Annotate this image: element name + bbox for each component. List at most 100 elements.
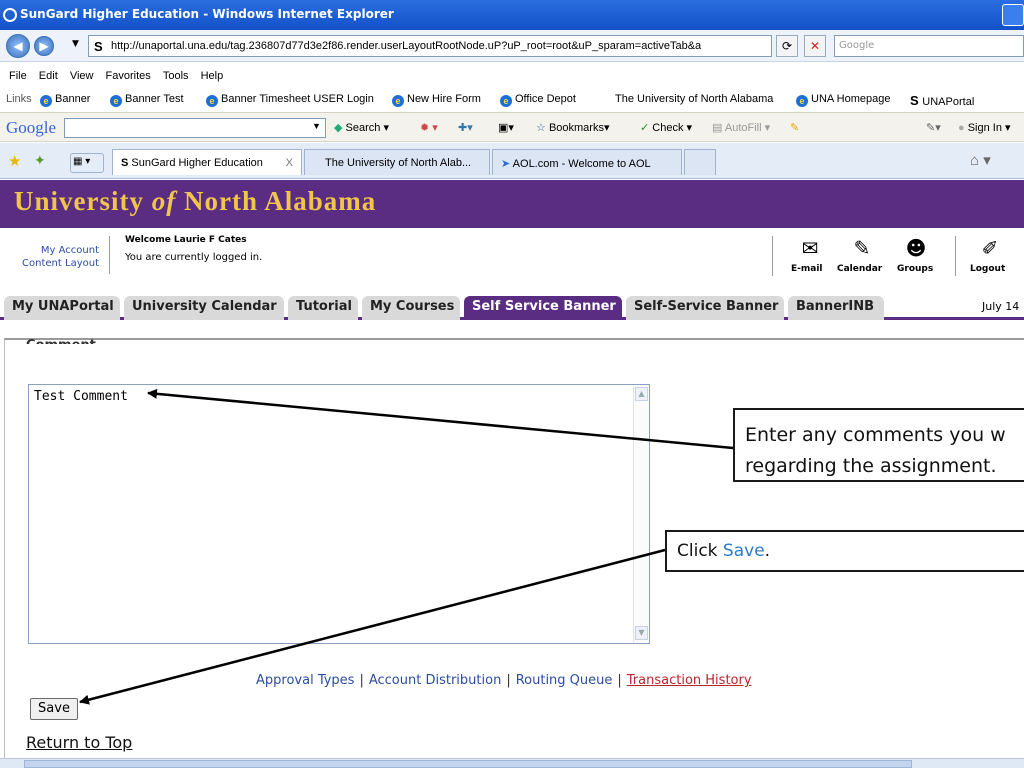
link-una[interactable]: The University of North Alabama	[615, 93, 773, 105]
quick-tabs-icon[interactable]: ▦ ▾	[70, 153, 104, 173]
check-icon: ✓	[640, 122, 650, 134]
ie-logo-icon	[3, 8, 17, 22]
menu-favorites[interactable]: Favorites	[106, 70, 151, 82]
link-banner-test[interactable]: e Banner Test	[110, 93, 184, 107]
link-new-hire-form[interactable]: e New Hire Form	[392, 93, 481, 107]
link-banner-timesheet[interactable]: e Banner Timesheet USER Login	[206, 93, 374, 107]
divider	[955, 236, 956, 276]
close-tab-icon[interactable]: X	[286, 157, 293, 169]
save-callout: Click Save.	[665, 530, 1024, 572]
scrollbar-thumb[interactable]	[24, 760, 912, 768]
google-toolbar: Google ▼ ◆ Search ▾ ✹ ▾ ✚▾ ▣▾ ☆ Bookmark…	[0, 112, 1024, 142]
save-highlight: Save	[722, 541, 765, 561]
window-titlebar: SunGard Higher Education - Windows Inter…	[0, 0, 1024, 30]
link-una-homepage[interactable]: e UNA Homepage	[796, 93, 891, 107]
transaction-history-link[interactable]: Transaction History	[627, 673, 752, 688]
back-button[interactable]: ◀	[6, 34, 30, 58]
google-search-input[interactable]	[64, 118, 326, 138]
divider	[109, 236, 110, 274]
address-bar: ◀ ▶ ▼ S http://unaportal.una.edu/tag.236…	[0, 30, 1024, 62]
logout-icon[interactable]: ✐	[970, 236, 1010, 260]
textarea-scrollbar[interactable]: ▲ ▼	[633, 386, 648, 642]
add-favorite-icon[interactable]: ✦	[34, 152, 46, 169]
stop-button[interactable]: ✕	[804, 35, 826, 57]
link-banner[interactable]: e Banner	[40, 93, 90, 107]
new-tab-button[interactable]	[684, 149, 716, 175]
links-label: Links	[6, 93, 32, 105]
window-control-button[interactable]	[1002, 4, 1024, 26]
history-dropdown-icon[interactable]: ▼	[72, 39, 79, 49]
divider	[772, 236, 773, 276]
scroll-up-icon[interactable]: ▲	[635, 387, 648, 401]
routing-queue-link[interactable]: Routing Queue	[516, 673, 613, 688]
menu-help[interactable]: Help	[201, 70, 224, 82]
tab-tutorial[interactable]: Tutorial	[288, 296, 358, 320]
menu-bar: File Edit View Favorites Tools Help	[0, 66, 1024, 86]
email-icon[interactable]: ✉	[790, 236, 830, 260]
tab-self-service-banner-2[interactable]: Self-Service Banner	[626, 296, 784, 320]
browser-tab-bar: ★ ✦ ▦ ▾ S SunGard Higher Education X The…	[0, 143, 1024, 179]
sungard-site-icon: S	[94, 39, 103, 54]
content-layout-link[interactable]: Content Layout	[0, 258, 99, 269]
page-horizontal-scrollbar[interactable]	[0, 758, 1024, 768]
sign-in-button[interactable]: ● Sign In ▾	[958, 121, 1011, 134]
email-link[interactable]: E-mail	[791, 264, 823, 274]
ie-page-icon: e	[40, 95, 52, 107]
login-status: You are currently logged in.	[125, 252, 263, 263]
welcome-text: Welcome Laurie F Cates	[125, 235, 247, 245]
groups-link[interactable]: Groups	[897, 264, 933, 274]
favorites-star-icon[interactable]: ★	[8, 152, 21, 170]
comment-heading: Comment	[26, 338, 96, 344]
browser-tab-una[interactable]: The University of North Alab...	[304, 149, 490, 175]
tab-university-calendar[interactable]: University Calendar	[124, 296, 284, 320]
bookmarks-button[interactable]: ☆ Bookmarks▾	[536, 121, 610, 134]
menu-file[interactable]: File	[9, 70, 27, 82]
url-text: http://unaportal.una.edu/tag.236807d77d3…	[111, 40, 702, 52]
portal-tab-bar: My UNAPortal University Calendar Tutoria…	[0, 292, 1024, 320]
account-distribution-link[interactable]: Account Distribution	[369, 673, 501, 688]
browser-tab-aol[interactable]: ➤ AOL.com - Welcome to AOL	[492, 149, 682, 175]
web-search-input[interactable]: Google	[834, 35, 1024, 57]
callout-line-1: Enter any comments you w	[745, 424, 1006, 446]
google-search-button[interactable]: ◆ Search ▾	[334, 121, 389, 134]
my-account-link[interactable]: My Account	[6, 245, 99, 256]
wrench-icon[interactable]: ✎▾	[926, 121, 941, 134]
print-icon[interactable]: ▣▾	[498, 121, 514, 134]
puzzle-icon[interactable]: ✚▾	[458, 121, 473, 134]
popup-blocker-icon[interactable]: ✹ ▾	[420, 121, 438, 134]
user-icon: ●	[958, 122, 965, 134]
browser-tab-sungard[interactable]: S SunGard Higher Education X	[112, 149, 302, 175]
save-button[interactable]: Save	[30, 698, 78, 720]
callout-line-2: regarding the assignment.	[745, 455, 997, 477]
menu-edit[interactable]: Edit	[39, 70, 58, 82]
menu-view[interactable]: View	[70, 70, 94, 82]
highlighter-icon[interactable]: ✎	[790, 121, 799, 134]
ie-page-icon: e	[500, 95, 512, 107]
ie-page-icon: e	[796, 95, 808, 107]
ie-page-icon: e	[110, 95, 122, 107]
link-office-depot[interactable]: e Office Depot	[500, 93, 576, 107]
ie-page-icon: e	[206, 95, 218, 107]
menu-tools[interactable]: Tools	[163, 70, 189, 82]
calendar-link[interactable]: Calendar	[837, 264, 882, 274]
comment-textarea[interactable]: Test Comment	[28, 384, 650, 644]
refresh-button[interactable]: ⟳	[776, 35, 798, 57]
autofill-button[interactable]: ▤ AutoFill ▾	[712, 121, 770, 134]
approval-types-link[interactable]: Approval Types	[256, 673, 354, 688]
chevron-down-icon[interactable]: ▼	[312, 121, 321, 131]
tab-bannerinb[interactable]: BannerINB	[788, 296, 884, 320]
scroll-down-icon[interactable]: ▼	[635, 626, 648, 640]
url-input[interactable]: S http://unaportal.una.edu/tag.236807d77…	[88, 35, 772, 57]
link-unaportal[interactable]: S UNAPortal	[910, 93, 974, 108]
groups-icon[interactable]: ☻	[896, 236, 936, 260]
return-to-top-link[interactable]: Return to Top	[26, 733, 132, 752]
google-logo: Google	[6, 118, 57, 137]
tab-my-courses[interactable]: My Courses	[362, 296, 460, 320]
home-icon[interactable]: ⌂ ▾	[970, 151, 991, 169]
forward-button[interactable]: ▶	[34, 36, 54, 56]
tab-my-unaportal[interactable]: My UNAPortal	[4, 296, 120, 320]
tab-self-service-banner[interactable]: Self Service Banner	[464, 296, 622, 320]
calendar-icon[interactable]: ✎	[842, 236, 882, 260]
logout-link[interactable]: Logout	[970, 264, 1005, 274]
spellcheck-button[interactable]: ✓ Check ▾	[640, 121, 692, 134]
